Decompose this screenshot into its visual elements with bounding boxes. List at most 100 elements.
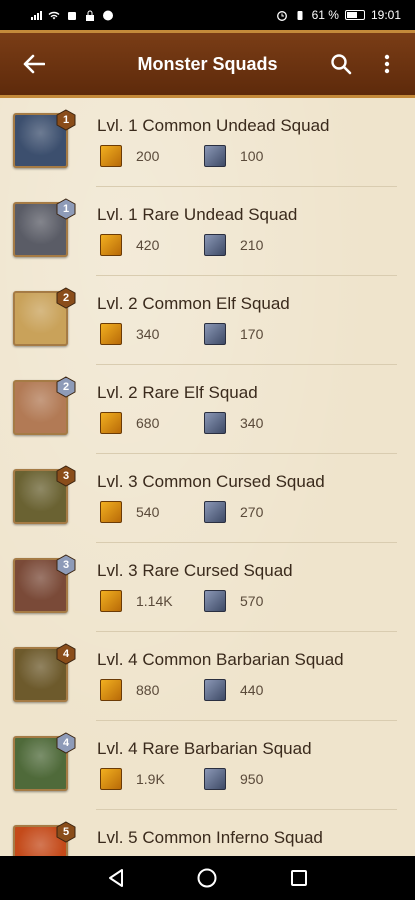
food-cost-value: 680 xyxy=(136,415,160,431)
stone-icon xyxy=(204,323,226,345)
stone-cost: 570 xyxy=(204,590,263,612)
more-options-button[interactable] xyxy=(369,46,405,82)
search-button[interactable] xyxy=(323,46,359,82)
squad-row[interactable]: 4 Lvl. 4 Rare Barbarian Squad 1.9K 950 xyxy=(0,721,415,810)
back-button[interactable] xyxy=(16,46,52,82)
squad-name: Lvl. 1 Common Undead Squad xyxy=(97,116,330,135)
food-icon xyxy=(100,768,122,790)
squad-row[interactable]: 1 Lvl. 1 Common Undead Squad 200 100 xyxy=(0,98,415,187)
alarm-icon xyxy=(276,10,287,21)
status-bar: 61 % 19:01 xyxy=(0,0,415,30)
squad-name: Lvl. 4 Common Barbarian Squad xyxy=(97,650,344,669)
battery-icon xyxy=(344,10,365,20)
stone-icon xyxy=(204,768,226,790)
level-badge-number: 5 xyxy=(62,826,70,838)
food-cost-value: 340 xyxy=(136,326,160,342)
squad-name: Lvl. 3 Rare Cursed Squad xyxy=(97,561,293,580)
search-icon xyxy=(331,54,352,75)
level-badge: 5 xyxy=(55,821,77,843)
squad-name: Lvl. 4 Rare Barbarian Squad xyxy=(97,739,312,758)
stone-cost-value: 340 xyxy=(240,415,264,431)
stone-cost: 270 xyxy=(204,501,263,523)
stone-icon xyxy=(204,145,226,167)
food-icon xyxy=(100,501,122,523)
back-arrow-icon xyxy=(23,54,45,74)
squad-row[interactable]: 2 Lvl. 2 Common Elf Squad 340 170 xyxy=(0,276,415,365)
level-badge: 4 xyxy=(55,643,77,665)
food-icon xyxy=(100,679,122,701)
squad-list[interactable]: 1 Lvl. 1 Common Undead Squad 200 100 1 Lvl. 1… xyxy=(0,98,415,856)
level-badge-number: 4 xyxy=(62,737,70,749)
food-cost: 880 xyxy=(100,679,159,701)
food-cost-value: 420 xyxy=(136,237,160,253)
nav-recents-button[interactable] xyxy=(284,863,314,893)
system-nav-bar xyxy=(0,856,415,900)
nav-home-button[interactable] xyxy=(192,863,222,893)
food-icon xyxy=(100,234,122,256)
stone-cost: 440 xyxy=(204,679,263,701)
squad-name: Lvl. 2 Rare Elf Squad xyxy=(97,383,258,402)
stone-cost-value: 270 xyxy=(240,504,264,520)
level-badge: 2 xyxy=(55,287,77,309)
level-badge-number: 1 xyxy=(62,114,70,126)
stone-icon xyxy=(204,501,226,523)
level-badge: 1 xyxy=(55,109,77,131)
squad-name: Lvl. 1 Rare Undead Squad xyxy=(97,205,298,224)
squad-name: Lvl. 5 Common Inferno Squad xyxy=(97,828,323,847)
stone-cost-value: 210 xyxy=(240,237,264,253)
food-icon xyxy=(100,412,122,434)
squad-row[interactable]: 3 Lvl. 3 Rare Cursed Squad 1.14K 570 xyxy=(0,543,415,632)
squad-name: Lvl. 3 Common Cursed Squad xyxy=(97,472,325,491)
squad-row[interactable]: 5 Lvl. 5 Common Inferno Squad xyxy=(0,810,415,856)
circle-home-icon xyxy=(197,868,217,888)
food-cost-value: 540 xyxy=(136,504,160,520)
food-cost-value: 880 xyxy=(136,682,160,698)
stone-cost: 340 xyxy=(204,412,263,434)
level-badge: 2 xyxy=(55,376,77,398)
level-badge-number: 4 xyxy=(62,648,70,660)
level-badge: 4 xyxy=(55,732,77,754)
level-badge-number: 2 xyxy=(62,292,70,304)
notification-icon xyxy=(68,11,76,20)
stone-cost-value: 440 xyxy=(240,682,264,698)
food-cost-value: 1.9K xyxy=(136,771,165,787)
stone-cost: 210 xyxy=(204,234,263,256)
level-badge-number: 3 xyxy=(62,470,70,482)
stone-cost-value: 100 xyxy=(240,148,264,164)
level-badge: 3 xyxy=(55,465,77,487)
squad-row[interactable]: 2 Lvl. 2 Rare Elf Squad 680 340 xyxy=(0,365,415,454)
triangle-back-icon xyxy=(108,869,123,887)
food-cost: 200 xyxy=(100,145,159,167)
stone-cost-value: 950 xyxy=(240,771,264,787)
battery-percent: 61 % xyxy=(311,8,339,22)
squad-name: Lvl. 2 Common Elf Squad xyxy=(97,294,290,313)
stone-icon xyxy=(204,234,226,256)
wifi-icon xyxy=(48,11,60,19)
square-recents-icon xyxy=(291,870,308,886)
level-badge-number: 2 xyxy=(62,381,70,393)
squad-row[interactable]: 1 Lvl. 1 Rare Undead Squad 420 210 xyxy=(0,187,415,276)
food-cost-value: 1.14K xyxy=(136,593,173,609)
stone-cost-value: 570 xyxy=(240,593,264,609)
level-badge-number: 3 xyxy=(62,559,70,571)
nav-back-button[interactable] xyxy=(101,863,131,893)
level-badge: 1 xyxy=(55,198,77,220)
squad-row[interactable]: 4 Lvl. 4 Common Barbarian Squad 880 440 xyxy=(0,632,415,721)
level-badge: 3 xyxy=(55,554,77,576)
food-cost: 1.14K xyxy=(100,590,173,612)
food-cost-value: 200 xyxy=(136,148,160,164)
app-bar: Monster Squads xyxy=(0,30,415,98)
food-icon xyxy=(100,323,122,345)
stone-icon xyxy=(204,679,226,701)
stone-cost: 950 xyxy=(204,768,263,790)
messenger-icon xyxy=(103,10,113,20)
lock-icon xyxy=(86,10,94,21)
squad-row[interactable]: 3 Lvl. 3 Common Cursed Squad 540 270 xyxy=(0,454,415,543)
food-cost: 420 xyxy=(100,234,159,256)
status-icons-right: 61 % 19:01 xyxy=(276,8,401,22)
stone-icon xyxy=(204,412,226,434)
vibrate-icon xyxy=(297,10,303,20)
food-cost: 340 xyxy=(100,323,159,345)
signal-icon xyxy=(31,10,42,20)
food-icon xyxy=(100,145,122,167)
